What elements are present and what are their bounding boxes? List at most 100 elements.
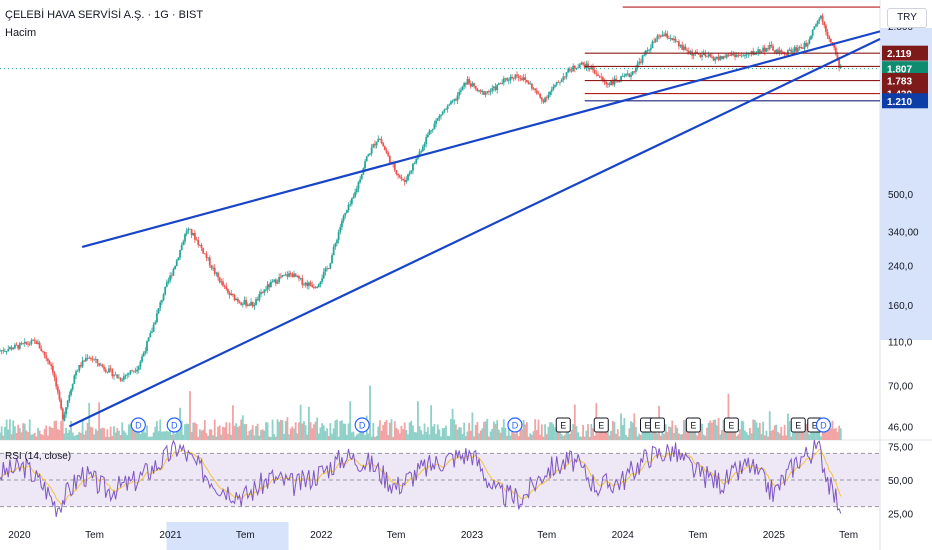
volume-bar xyxy=(385,419,388,440)
candle-body xyxy=(83,360,86,362)
volume-bar xyxy=(301,423,304,440)
x-tick-label: 2023 xyxy=(461,530,484,541)
candle-body xyxy=(154,322,157,325)
volume-bar xyxy=(509,435,512,440)
volume-bar xyxy=(156,421,158,440)
candle-body xyxy=(18,343,21,349)
volume-bar xyxy=(66,432,69,440)
volume-bar xyxy=(638,433,641,440)
volume-bar xyxy=(463,422,466,440)
candle-body xyxy=(661,34,664,37)
volume-bar xyxy=(245,423,248,440)
currency-button[interactable]: TRY xyxy=(887,8,927,28)
volume-bar xyxy=(489,431,492,440)
candle-body xyxy=(821,15,824,22)
candle-body xyxy=(793,47,796,52)
volume-bar xyxy=(744,430,746,440)
candle-body xyxy=(78,365,81,371)
price-tick-label: 70,00 xyxy=(888,381,913,392)
candle-body xyxy=(331,255,333,264)
candle-body xyxy=(360,174,363,180)
candle-body xyxy=(307,282,310,287)
volume-bar xyxy=(146,425,148,440)
candle-body xyxy=(626,73,629,75)
price-tick-label: 340,00 xyxy=(888,227,919,238)
candle-body xyxy=(608,83,611,85)
candle-body xyxy=(113,375,115,377)
candle-body xyxy=(651,41,654,49)
candle-body xyxy=(568,68,571,71)
volume-bar xyxy=(139,433,142,440)
volume-bar xyxy=(195,423,198,440)
volume-bar xyxy=(312,424,315,440)
volume-bar xyxy=(93,434,96,440)
candle-body xyxy=(707,54,710,57)
candle-body xyxy=(436,118,439,121)
volume-bar xyxy=(208,429,211,440)
candle-body xyxy=(588,67,591,70)
candle-body xyxy=(654,39,657,42)
candle-body xyxy=(160,300,163,303)
volume-bar xyxy=(775,424,778,440)
volume-bar xyxy=(471,412,474,440)
candle-body xyxy=(405,180,408,182)
candle-body xyxy=(103,366,105,370)
rsi-title: RSI (14, close) xyxy=(5,451,72,462)
rsi-tick-label: 75,00 xyxy=(888,443,913,454)
candle-body xyxy=(232,293,234,296)
candle-body xyxy=(246,304,249,306)
volume-bar xyxy=(81,419,84,440)
candle-body xyxy=(595,73,598,75)
candle-body xyxy=(692,53,695,56)
volume-bar xyxy=(15,432,18,440)
candle-body xyxy=(86,357,89,359)
volume-bar xyxy=(623,417,626,440)
volume-bar xyxy=(527,436,530,440)
candle-body xyxy=(274,279,277,284)
volume-bar xyxy=(630,421,632,440)
volume-bar xyxy=(423,423,426,440)
volume-bar xyxy=(621,425,624,440)
volume-bar xyxy=(618,436,621,440)
volume-bar xyxy=(454,424,457,440)
candle-body xyxy=(42,350,44,352)
volume-bar xyxy=(425,432,428,440)
candle-body xyxy=(633,71,636,73)
volume-bar xyxy=(393,421,396,440)
candle-body xyxy=(45,355,48,359)
candle-body xyxy=(241,304,244,306)
candle-body xyxy=(664,33,667,37)
volume-bar xyxy=(266,422,269,440)
candle-body xyxy=(598,75,601,77)
volume-bar xyxy=(207,435,210,440)
candle-body xyxy=(494,86,497,91)
volume-bar xyxy=(89,426,92,440)
candle-body xyxy=(828,36,831,40)
candle-body xyxy=(600,76,603,78)
candle-body xyxy=(9,347,11,350)
candle-body xyxy=(450,101,452,105)
candle-body xyxy=(469,83,472,87)
candle-body xyxy=(459,90,462,93)
volume-bar xyxy=(357,433,360,440)
volume-bar xyxy=(375,435,378,440)
candle-body xyxy=(126,374,129,376)
candle-body xyxy=(298,275,300,279)
candle-body xyxy=(367,154,370,157)
candle-body xyxy=(610,81,613,85)
volume-bar xyxy=(289,428,292,440)
volume-bar xyxy=(255,426,257,440)
volume-bar xyxy=(418,426,421,440)
volume-bar xyxy=(122,430,125,440)
candle-body xyxy=(560,80,563,82)
candle-body xyxy=(815,24,817,27)
candle-body xyxy=(441,111,444,115)
candle-body xyxy=(245,300,248,306)
candle-body xyxy=(806,43,809,47)
volume-bar xyxy=(762,421,765,440)
volume-bar xyxy=(580,436,583,440)
candle-body xyxy=(167,280,170,283)
volume-bar xyxy=(84,430,87,440)
candle-body xyxy=(425,137,428,145)
candle-body xyxy=(180,245,183,251)
